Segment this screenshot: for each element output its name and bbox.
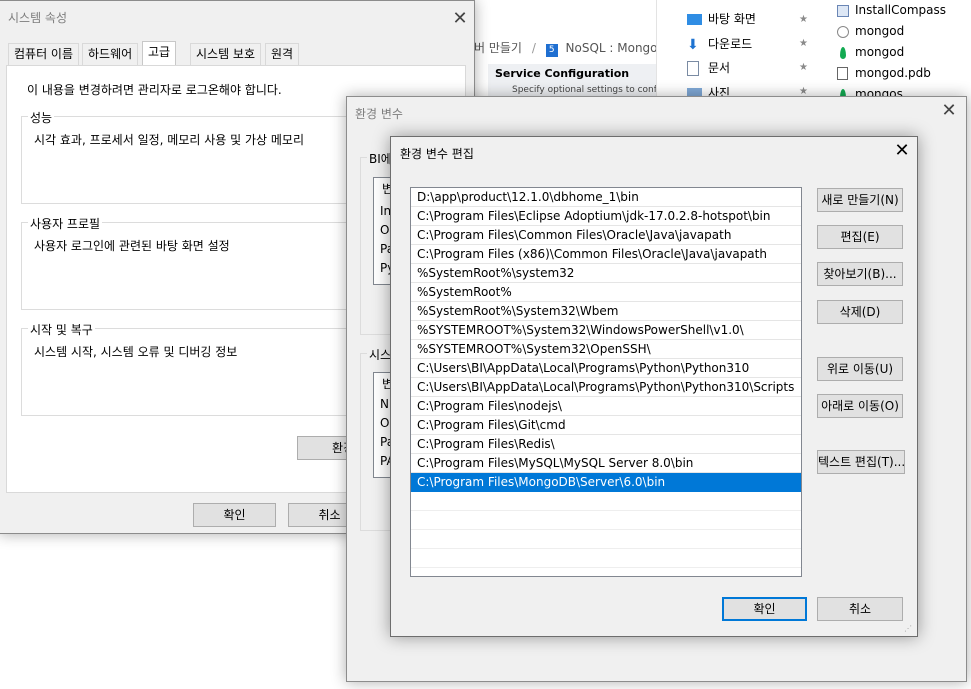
- path-list[interactable]: D:\app\product\12.1.0\dbhome_1\bin C:\Pro…: [410, 187, 802, 577]
- move-down-button[interactable]: 아래로 이동(O): [817, 394, 903, 418]
- tab-remote[interactable]: 원격: [265, 43, 300, 65]
- dialog-title: 환경 변수: [355, 107, 403, 121]
- path-entry[interactable]: C:\Program Files\Eclipse Adoptium\jdk-17…: [411, 207, 801, 226]
- course-badge: 5: [545, 44, 558, 57]
- path-entry[interactable]: %SYSTEMROOT%\System32\WindowsPowerShell\…: [411, 321, 801, 340]
- close-button[interactable]: ✕: [886, 137, 918, 165]
- new-button[interactable]: 새로 만들기(N): [817, 188, 903, 212]
- path-entry[interactable]: D:\app\product\12.1.0\dbhome_1\bin: [411, 188, 801, 207]
- close-icon: ✕: [894, 140, 910, 161]
- breadcrumb-link[interactable]: NoSQL : Mongo: [566, 41, 658, 55]
- path-entry[interactable]: C:\Program Files\MySQL\MySQL Server 8.0\…: [411, 454, 801, 473]
- ok-button[interactable]: 확인: [193, 503, 276, 527]
- edit-button[interactable]: 편집(E): [817, 225, 903, 249]
- delete-button[interactable]: 삭제(D): [817, 300, 903, 324]
- ok-button[interactable]: 확인: [722, 597, 807, 621]
- pin-icon: ★: [799, 14, 808, 25]
- dialog-title: 환경 변수 편집: [400, 147, 474, 161]
- path-entry[interactable]: %SystemRoot%\system32: [411, 264, 801, 283]
- close-icon: ✕: [452, 8, 468, 29]
- breadcrumb-link[interactable]: 버 만들기: [474, 41, 522, 55]
- cancel-button[interactable]: 취소: [817, 597, 903, 621]
- path-entry[interactable]: C:\Program Files\MongoDB\Server\6.0\bin: [411, 473, 801, 492]
- path-entry[interactable]: C:\Users\BI\AppData\Local\Programs\Pytho…: [411, 378, 801, 397]
- path-entry[interactable]: C:\Program Files (x86)\Common Files\Orac…: [411, 245, 801, 264]
- close-button[interactable]: ✕: [933, 97, 965, 125]
- file-item[interactable]: InstallCompass: [837, 3, 946, 17]
- close-button[interactable]: ✕: [444, 5, 476, 33]
- close-icon: ✕: [941, 100, 957, 121]
- empty-row[interactable]: [411, 530, 801, 549]
- path-entry[interactable]: C:\Program Files\Git\cmd: [411, 416, 801, 435]
- file-explorer: 바탕 화면 ⬇ 다운로드 문서 사진 ★ ★ ★ ★ InstallCompass…: [656, 0, 971, 101]
- empty-row[interactable]: [411, 492, 801, 511]
- browser-background: 버 만들기 / 5 NoSQL : Mongo Service Configur…: [474, 0, 660, 100]
- config-panel: Service Configuration Specify optional s…: [488, 64, 660, 100]
- group-description: 사용자 로그인에 관련된 바탕 화면 설정: [34, 239, 230, 253]
- file-item[interactable]: mongod: [837, 24, 904, 38]
- explorer-item[interactable]: 문서: [687, 59, 730, 76]
- pdb-file-icon: [837, 67, 848, 80]
- tab-hardware[interactable]: 하드웨어: [82, 43, 139, 65]
- section-subtitle: Specify optional settings to confi: [512, 85, 660, 95]
- move-up-button[interactable]: 위로 이동(U): [817, 357, 903, 381]
- group-description: 시스템 시작, 시스템 오류 및 디버깅 정보: [34, 345, 238, 359]
- pin-icon: ★: [799, 62, 808, 73]
- file-list: InstallCompass mongod mongod mongod.pdb …: [837, 0, 971, 101]
- section-title: Service Configuration: [495, 67, 630, 80]
- document-icon: [687, 61, 699, 76]
- edit-text-button[interactable]: 텍스트 편집(T)...: [817, 450, 905, 474]
- tab-advanced[interactable]: 고급: [142, 41, 177, 66]
- download-icon: ⬇: [687, 36, 699, 53]
- explorer-item[interactable]: ⬇ 다운로드: [687, 35, 752, 53]
- path-entry[interactable]: C:\Users\BI\AppData\Local\Programs\Pytho…: [411, 359, 801, 378]
- path-entry[interactable]: C:\Program Files\nodejs\: [411, 397, 801, 416]
- tab-system-protection[interactable]: 시스템 보호: [190, 43, 262, 65]
- dialog-title: 시스템 속성: [8, 11, 68, 25]
- browse-button[interactable]: 찾아보기(B)...: [817, 262, 903, 286]
- group-legend: 성능: [28, 109, 55, 126]
- app-icon: [837, 4, 849, 17]
- empty-row[interactable]: [411, 511, 801, 530]
- desktop-icon: [687, 14, 702, 25]
- explorer-item[interactable]: 바탕 화면: [687, 10, 756, 27]
- resize-grip[interactable]: ⋰: [904, 624, 912, 633]
- path-entry[interactable]: %SystemRoot%\System32\Wbem: [411, 302, 801, 321]
- path-entry[interactable]: C:\Program Files\Redis\: [411, 435, 801, 454]
- breadcrumb: 버 만들기 / 5 NoSQL : Mongo: [474, 41, 658, 57]
- empty-row[interactable]: [411, 549, 801, 568]
- config-file-icon: [837, 25, 849, 38]
- file-item[interactable]: mongod.pdb: [837, 66, 931, 80]
- tab-computer-name[interactable]: 컴퓨터 이름: [8, 43, 80, 65]
- group-legend: 시작 및 복구: [28, 321, 95, 338]
- path-entry[interactable]: %SystemRoot%: [411, 283, 801, 302]
- file-item[interactable]: mongod: [837, 45, 904, 59]
- path-entry[interactable]: C:\Program Files\Common Files\Oracle\Jav…: [411, 226, 801, 245]
- group-description: 시각 효과, 프로세서 일정, 메모리 사용 및 가상 메모리: [34, 133, 304, 147]
- pin-icon: ★: [799, 38, 808, 49]
- mongodb-leaf-icon: [840, 46, 846, 59]
- group-legend: 사용자 프로필: [28, 215, 103, 232]
- path-entry[interactable]: %SYSTEMROOT%\System32\OpenSSH\: [411, 340, 801, 359]
- quick-access-pane: 바탕 화면 ⬇ 다운로드 문서 사진 ★ ★ ★ ★: [657, 0, 817, 100]
- admin-notice: 이 내용을 변경하려면 관리자로 로그온해야 합니다.: [27, 83, 282, 97]
